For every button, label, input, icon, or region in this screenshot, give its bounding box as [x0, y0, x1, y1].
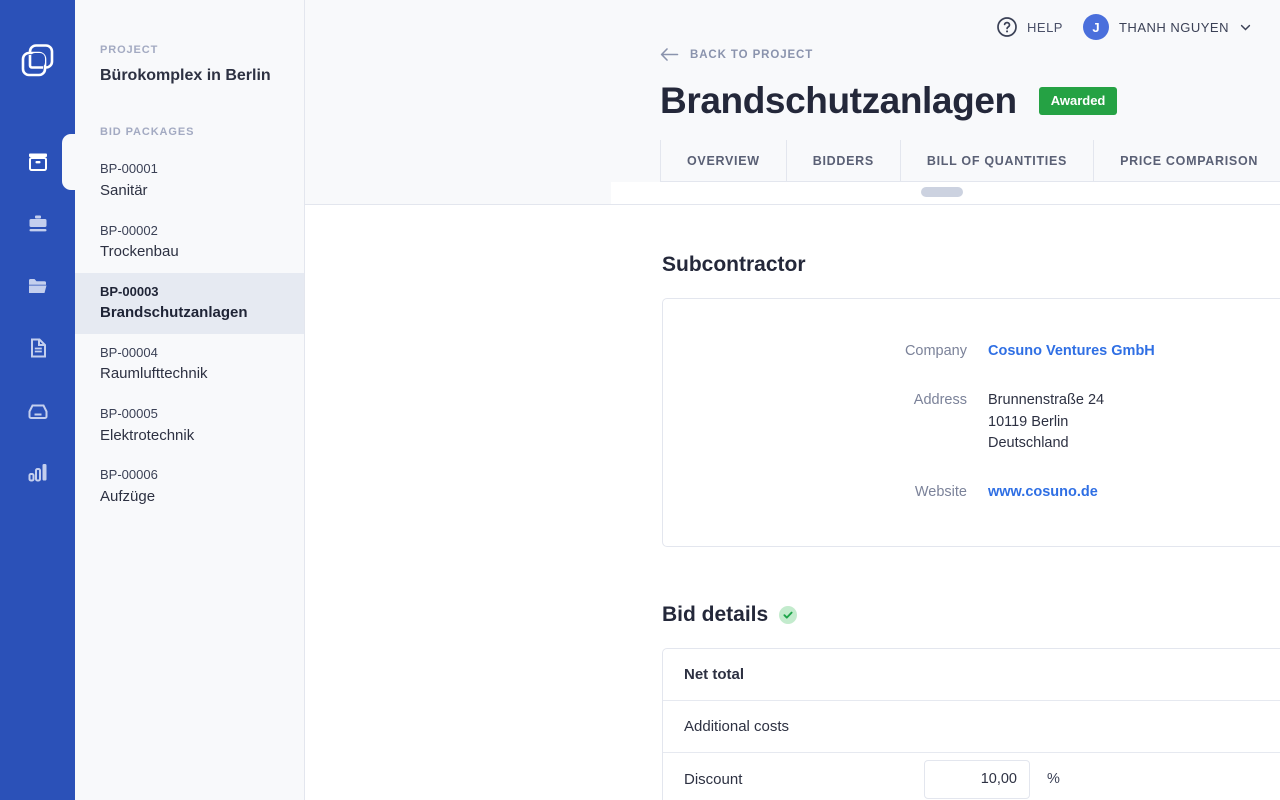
- bid-row-additional-costs: Additional costs 0,00: [663, 701, 1280, 753]
- horizontal-scrollbar[interactable]: [611, 182, 1280, 204]
- bid-row-label: Discount: [684, 771, 924, 788]
- subcontractor-card: Company Cosuno Ventures GmbH Address Bru…: [662, 298, 1280, 547]
- bid-package-code: BP-00002: [100, 220, 279, 241]
- back-to-project-label: BACK TO PROJECT: [690, 49, 813, 61]
- nav-tenders[interactable]: [0, 207, 75, 241]
- back-to-project-link[interactable]: BACK TO PROJECT: [660, 47, 813, 62]
- sidebar-project-name: Bürokomplex in Berlin: [75, 56, 304, 86]
- tab-overview[interactable]: OVERVIEW: [660, 140, 787, 181]
- sidebar-item-bp-00001[interactable]: BP-00001 Sanitär: [75, 150, 304, 211]
- page-header: HELP J THANH NGUYEN BACK TO PROJECT Bran…: [305, 0, 1280, 205]
- discount-percent-input[interactable]: 10,00: [924, 760, 1030, 799]
- bid-package-list: BP-00001 Sanitär BP-00002 Trockenbau BP-…: [75, 150, 304, 517]
- sidebar-item-bp-00005[interactable]: BP-00005 Elektrotechnik: [75, 395, 304, 456]
- address-row: Address Brunnenstraße 24 10119 Berlin De…: [663, 390, 1280, 455]
- arrow-left-icon: [660, 47, 679, 62]
- bid-package-name: Trockenbau: [100, 241, 279, 263]
- website-label: Website: [663, 482, 988, 504]
- address-label: Address: [663, 390, 988, 455]
- bid-details-section-title: Bid details: [662, 603, 1280, 627]
- bid-package-code: BP-00004: [100, 342, 279, 363]
- sidebar-item-bp-00003[interactable]: BP-00003 Brandschutzanlagen: [75, 273, 304, 334]
- bid-row-label: Additional costs: [684, 718, 924, 735]
- tab-bar: OVERVIEW BIDDERS BILL OF QUANTITIES PRIC…: [660, 140, 1280, 182]
- bid-row-discount: Discount 10,00 % 7.000,00: [663, 753, 1280, 800]
- bid-package-name: Sanitär: [100, 180, 279, 202]
- nav-documents[interactable]: [0, 331, 75, 365]
- briefcase-icon: [26, 212, 50, 236]
- nav-analytics[interactable]: [0, 455, 75, 489]
- sidebar-item-bp-00004[interactable]: BP-00004 Raumlufttechnik: [75, 334, 304, 395]
- horizontal-scrollbar-thumb[interactable]: [921, 187, 963, 197]
- project-sidebar: PROJECT Bürokomplex in Berlin BID PACKAG…: [75, 0, 305, 800]
- help-button[interactable]: HELP: [996, 16, 1063, 38]
- folder-open-icon: [26, 274, 50, 298]
- bid-package-code: BP-00001: [100, 158, 279, 179]
- user-menu-button[interactable]: J THANH NGUYEN: [1083, 14, 1252, 40]
- rail-icon-list: [0, 145, 75, 489]
- subcontractor-section-title: Subcontractor: [662, 253, 1280, 277]
- company-row: Company Cosuno Ventures GmbH: [663, 341, 1280, 363]
- nav-files[interactable]: [0, 269, 75, 303]
- nav-archive[interactable]: [0, 393, 75, 427]
- company-label: Company: [663, 341, 988, 363]
- page-title: Brandschutzanlagen: [660, 80, 1017, 122]
- address-line-3: Deutschland: [988, 433, 1104, 455]
- cosuno-logo-icon[interactable]: [19, 42, 57, 85]
- tab-bill-of-quantities[interactable]: BILL OF QUANTITIES: [901, 140, 1094, 181]
- address-line-1: Brunnenstraße 24: [988, 390, 1104, 412]
- main-area: HELP J THANH NGUYEN BACK TO PROJECT Bran…: [305, 0, 1280, 800]
- global-nav-rail: [0, 0, 75, 800]
- app-root: PROJECT Bürokomplex in Berlin BID PACKAG…: [0, 0, 1280, 800]
- user-name-label: THANH NGUYEN: [1119, 20, 1229, 35]
- document-icon: [26, 336, 50, 360]
- address-line-2: 10119 Berlin: [988, 412, 1104, 434]
- address-value: Brunnenstraße 24 10119 Berlin Deutschlan…: [988, 390, 1104, 455]
- bid-package-name: Aufzüge: [100, 486, 279, 508]
- website-row: Website www.cosuno.de: [663, 482, 1280, 504]
- bid-package-code: BP-00006: [100, 464, 279, 485]
- bid-details-table: Net total 70.000,00 Additional costs 0,0…: [662, 648, 1280, 800]
- status-badge: Awarded: [1039, 87, 1118, 115]
- bid-package-code: BP-00003: [100, 281, 279, 302]
- question-circle-icon: [996, 16, 1018, 38]
- drawer-icon: [26, 398, 50, 422]
- tab-price-comparison[interactable]: PRICE COMPARISON: [1094, 140, 1280, 181]
- bid-package-code: BP-00005: [100, 403, 279, 424]
- nav-active-indicator: [62, 134, 76, 190]
- bid-package-name: Raumlufttechnik: [100, 363, 279, 385]
- sidebar-item-bp-00006[interactable]: BP-00006 Aufzüge: [75, 456, 304, 517]
- content-pane: Subcontractor Company Cosuno Ventures Gm…: [305, 205, 1280, 800]
- website-link[interactable]: www.cosuno.de: [988, 482, 1098, 504]
- percent-sign: %: [1047, 771, 1060, 787]
- user-toolbar: HELP J THANH NGUYEN: [996, 14, 1252, 40]
- bid-package-name: Elektrotechnik: [100, 425, 279, 447]
- tab-bidders[interactable]: BIDDERS: [787, 140, 901, 181]
- sidebar-packages-label: BID PACKAGES: [75, 126, 304, 138]
- sidebar-item-bp-00002[interactable]: BP-00002 Trockenbau: [75, 212, 304, 273]
- bid-row-net-total: Net total 70.000,00: [663, 649, 1280, 701]
- bid-row-label: Net total: [684, 666, 924, 683]
- bar-chart-icon: [26, 460, 50, 484]
- check-circle-icon: [779, 606, 797, 624]
- avatar: J: [1083, 14, 1109, 40]
- help-label: HELP: [1027, 20, 1063, 35]
- subcontractor-title-text: Subcontractor: [662, 253, 806, 277]
- archive-inbox-icon: [26, 150, 50, 174]
- page-title-row: Brandschutzanlagen Awarded: [660, 80, 1117, 122]
- company-link[interactable]: Cosuno Ventures GmbH: [988, 341, 1155, 363]
- bid-package-name: Brandschutzanlagen: [100, 302, 279, 324]
- sidebar-project-label: PROJECT: [75, 44, 304, 56]
- bid-details-title-text: Bid details: [662, 603, 768, 627]
- discount-percent-value: 10,00: [981, 771, 1017, 787]
- chevron-down-icon: [1239, 21, 1252, 34]
